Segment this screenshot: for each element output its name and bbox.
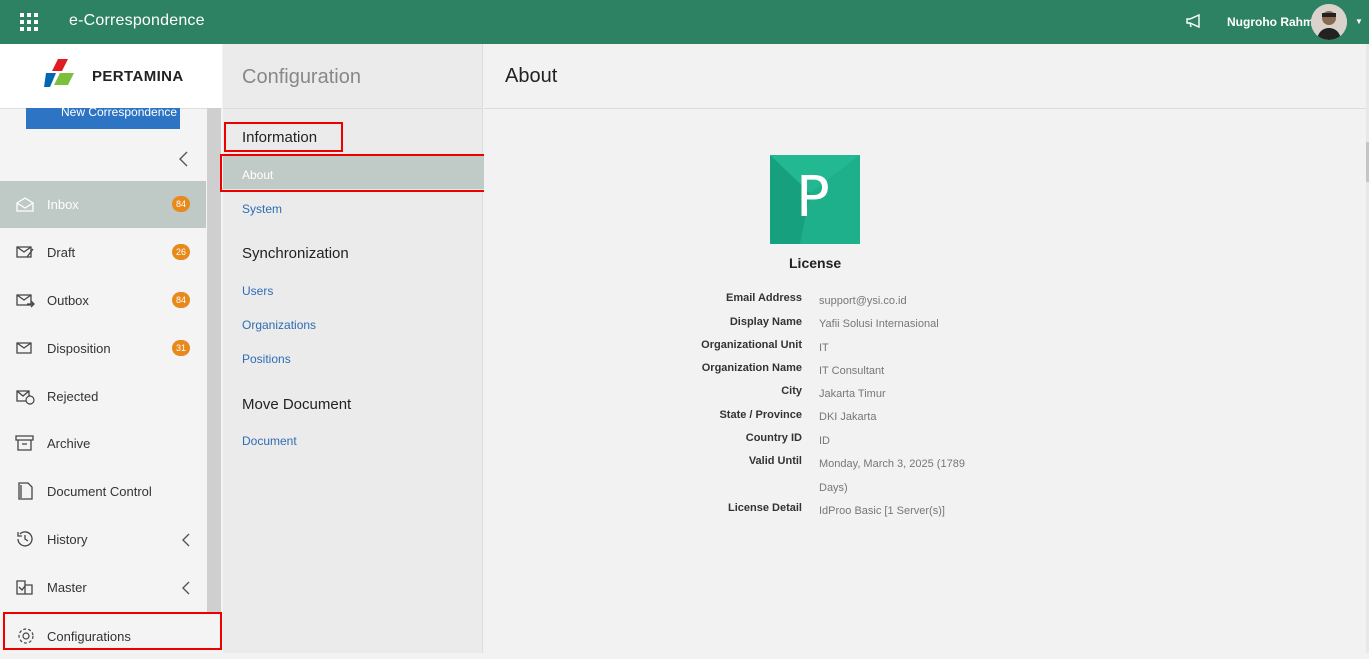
collapse-sidebar-icon[interactable] bbox=[176, 149, 192, 169]
sidebar-item-label: Disposition bbox=[47, 341, 111, 356]
outbox-icon bbox=[16, 294, 35, 308]
product-logo: P bbox=[770, 155, 860, 244]
disposition-icon bbox=[16, 342, 32, 354]
valid-until-value-line2: Days) bbox=[819, 482, 848, 494]
license-detail-label: License Detail bbox=[728, 502, 802, 514]
organization-name-value: IT Consultant bbox=[819, 365, 885, 377]
product-logo-letter: P bbox=[796, 165, 830, 230]
sidebar-item-label: Archive bbox=[47, 436, 91, 451]
about-highlight-box bbox=[220, 154, 488, 192]
apps-grid-icon[interactable] bbox=[20, 13, 38, 31]
section-move-document: Move Document bbox=[242, 396, 352, 413]
city-label: City bbox=[781, 385, 802, 397]
sidebar-item-label: History bbox=[47, 532, 88, 547]
draft-icon bbox=[16, 246, 34, 258]
document-control-icon bbox=[18, 482, 33, 500]
organizational-unit-label: Organizational Unit bbox=[701, 339, 802, 351]
sidebar-item-history[interactable]: History bbox=[0, 516, 206, 563]
license-title: License bbox=[789, 255, 842, 271]
chevron-left-icon[interactable] bbox=[180, 531, 192, 549]
rejected-icon bbox=[16, 390, 35, 405]
country-id-value: ID bbox=[819, 435, 830, 447]
sidebar-item-rejected[interactable]: Rejected bbox=[0, 373, 206, 420]
menu-item-organizations[interactable]: Organizations bbox=[242, 318, 316, 332]
display-name-value: Yafii Solusi Internasional bbox=[819, 318, 939, 330]
section-synchronization: Synchronization bbox=[242, 245, 349, 262]
city-value: Jakarta Timur bbox=[819, 388, 886, 400]
menu-item-positions[interactable]: Positions bbox=[242, 352, 291, 366]
top-bar: e-Correspondence Nugroho Rahm ▼ bbox=[0, 0, 1369, 44]
outbox-count-badge: 84 bbox=[172, 292, 190, 308]
app-title[interactable]: e-Correspondence bbox=[69, 12, 205, 30]
sidebar-item-draft[interactable]: Draft 26 bbox=[0, 229, 206, 276]
sidebar-item-outbox[interactable]: Outbox 84 bbox=[0, 277, 206, 324]
sidebar-item-disposition[interactable]: Disposition 31 bbox=[0, 325, 206, 372]
sidebar-item-label: Document Control bbox=[47, 484, 152, 499]
disposition-count-badge: 31 bbox=[172, 340, 190, 356]
draft-count-badge: 26 bbox=[172, 244, 190, 260]
user-name[interactable]: Nugroho Rahm bbox=[1227, 15, 1314, 29]
sidebar-item-document-control[interactable]: Document Control bbox=[0, 468, 206, 515]
megaphone-icon[interactable] bbox=[1185, 13, 1203, 29]
pertamina-logo-mark-icon bbox=[44, 59, 74, 87]
menu-item-system[interactable]: System bbox=[242, 202, 282, 216]
country-id-label: Country ID bbox=[745, 432, 802, 444]
inbox-icon bbox=[16, 197, 34, 212]
organizational-unit-value: IT bbox=[819, 342, 829, 354]
sidebar-item-label: Outbox bbox=[47, 293, 89, 308]
menu-item-document[interactable]: Document bbox=[242, 434, 297, 448]
display-name-label: Display Name bbox=[729, 316, 802, 328]
valid-until-value: Monday, March 3, 2025 (1789 bbox=[819, 458, 965, 470]
new-correspondence-button[interactable]: New Correspondence bbox=[26, 108, 180, 129]
state-province-label: State / Province bbox=[719, 409, 802, 421]
sidebar-item-master[interactable]: Master bbox=[0, 564, 206, 611]
master-icon bbox=[16, 580, 33, 595]
configuration-menu: Configuration Information About System S… bbox=[220, 44, 488, 653]
sidebar-scrollbar[interactable] bbox=[207, 108, 221, 612]
user-menu-caret-icon[interactable]: ▼ bbox=[1355, 17, 1363, 26]
inbox-count-badge: 84 bbox=[172, 196, 190, 212]
sidebar-item-label: Master bbox=[47, 580, 87, 595]
license-detail-value: IdProo Basic [1 Server(s)] bbox=[819, 505, 945, 517]
state-province-value: DKI Jakarta bbox=[819, 411, 877, 423]
email-address-label: Email Address bbox=[725, 292, 802, 304]
sidebar-item-label: Inbox bbox=[47, 197, 79, 212]
archive-icon bbox=[15, 435, 34, 451]
about-panel: About P License Email Address support@ys… bbox=[484, 44, 1367, 653]
avatar[interactable] bbox=[1311, 4, 1347, 40]
organization-name-label: Organization Name bbox=[701, 362, 802, 374]
sidebar-item-label: Rejected bbox=[47, 389, 99, 404]
sidebar: PERTAMINA New Correspondence Inbox 84 Dr… bbox=[0, 44, 222, 653]
sidebar-item-inbox[interactable]: Inbox 84 bbox=[0, 181, 206, 228]
page-title: About bbox=[484, 44, 1367, 109]
menu-item-users[interactable]: Users bbox=[242, 284, 273, 298]
email-address-value: support@ysi.co.id bbox=[819, 295, 907, 307]
information-highlight-box bbox=[224, 122, 343, 152]
configuration-title: Configuration bbox=[223, 44, 482, 109]
pertamina-logo[interactable]: PERTAMINA bbox=[0, 44, 222, 109]
sidebar-item-archive[interactable]: Archive bbox=[0, 420, 206, 467]
chevron-left-icon[interactable] bbox=[180, 579, 192, 597]
valid-until-label: Valid Until bbox=[748, 455, 802, 467]
history-icon bbox=[17, 531, 33, 547]
new-correspondence-label: New Correspondence bbox=[61, 108, 178, 119]
sidebar-item-label: Draft bbox=[47, 245, 76, 260]
configurations-highlight-box bbox=[3, 612, 222, 650]
brand-name: PERTAMINA bbox=[92, 68, 184, 85]
